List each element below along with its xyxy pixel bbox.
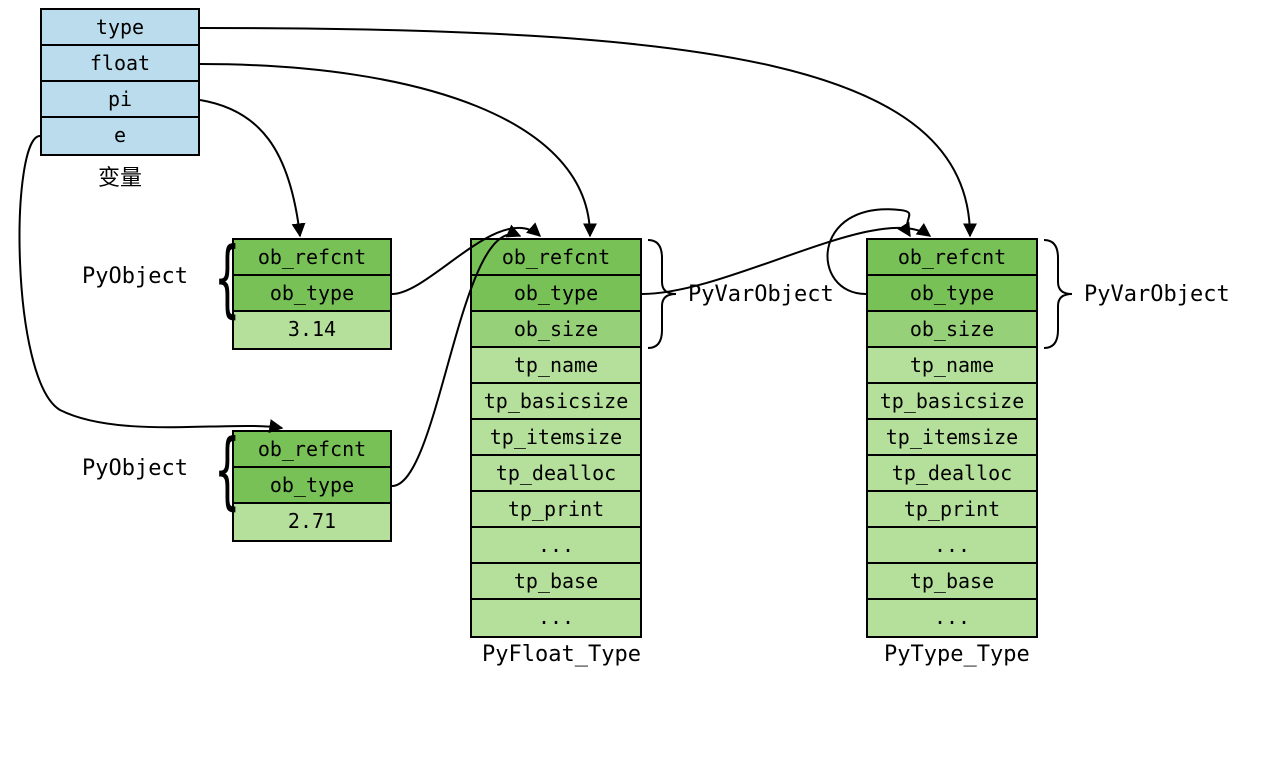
var-float: float — [42, 46, 198, 82]
brace-pi: { — [215, 236, 240, 320]
tt-tp-basicsize: tp_basicsize — [868, 384, 1036, 420]
pi-brace-label: PyObject — [82, 264, 188, 289]
e-value: 2.71 — [234, 504, 390, 540]
tt-ob-refcnt: ob_refcnt — [868, 240, 1036, 276]
tt-ob-size: ob_size — [868, 312, 1036, 348]
ft-tp-print: tp_print — [472, 492, 640, 528]
ft-tp-dealloc: tp_dealloc — [472, 456, 640, 492]
pi-ob-refcnt: ob_refcnt — [234, 240, 390, 276]
ft-varobj-label: PyVarObject — [688, 282, 834, 307]
e-ob-refcnt: ob_refcnt — [234, 432, 390, 468]
pytype-type-stack: ob_refcnt ob_type ob_size tp_name tp_bas… — [866, 238, 1038, 638]
tt-tp-base: tp_base — [868, 564, 1036, 600]
var-type: type — [42, 10, 198, 46]
tt-tp-print: tp_print — [868, 492, 1036, 528]
brace-e: { — [215, 428, 240, 512]
variables-stack: type float pi e — [40, 8, 200, 156]
var-pi: pi — [42, 82, 198, 118]
tt-tp-dealloc: tp_dealloc — [868, 456, 1036, 492]
pi-object: ob_refcnt ob_type 3.14 — [232, 238, 392, 350]
var-e: e — [42, 118, 198, 154]
pi-ob-type: ob_type — [234, 276, 390, 312]
tt-varobj-label: PyVarObject — [1084, 282, 1230, 307]
e-brace-label: PyObject — [82, 456, 188, 481]
ft-ob-type: ob_type — [472, 276, 640, 312]
tt-tp-itemsize: tp_itemsize — [868, 420, 1036, 456]
pyfloat-type-stack: ob_refcnt ob_type ob_size tp_name tp_bas… — [470, 238, 642, 638]
tt-dots2: ... — [868, 600, 1036, 636]
variables-caption: 变量 — [98, 160, 142, 192]
ft-tp-basicsize: tp_basicsize — [472, 384, 640, 420]
e-object: ob_refcnt ob_type 2.71 — [232, 430, 392, 542]
pyfloat-caption: PyFloat_Type — [482, 642, 641, 667]
tt-tp-name: tp_name — [868, 348, 1036, 384]
pytype-caption: PyType_Type — [884, 642, 1030, 667]
ft-tp-name: tp_name — [472, 348, 640, 384]
ft-dots2: ... — [472, 600, 640, 636]
pi-value: 3.14 — [234, 312, 390, 348]
ft-ob-refcnt: ob_refcnt — [472, 240, 640, 276]
ft-tp-itemsize: tp_itemsize — [472, 420, 640, 456]
ft-ob-size: ob_size — [472, 312, 640, 348]
tt-dots1: ... — [868, 528, 1036, 564]
ft-dots1: ... — [472, 528, 640, 564]
tt-ob-type: ob_type — [868, 276, 1036, 312]
e-ob-type: ob_type — [234, 468, 390, 504]
ft-tp-base: tp_base — [472, 564, 640, 600]
